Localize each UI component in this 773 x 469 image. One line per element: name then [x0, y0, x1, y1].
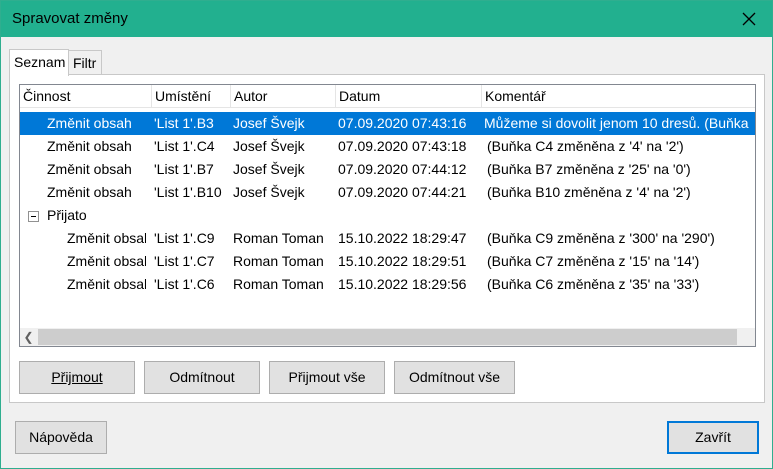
cell-location: 'List 1'.B3 [154, 115, 214, 131]
cell-location: 'List 1'.C4 [154, 138, 215, 154]
cell-comment: (Buňka B10 změněna z '4' na '2') [487, 184, 691, 200]
manage-changes-dialog: Spravovat změny Seznam Filtr Činnost Umí… [0, 0, 773, 469]
cell-date: 07.09.2020 07:43:18 [338, 138, 467, 154]
cell-author: Josef Švejk [233, 138, 305, 154]
tab-list[interactable]: Seznam [9, 49, 69, 76]
column-header: Činnost Umístění Autor Datum Komentář [20, 85, 755, 108]
cell-date: 15.10.2022 18:29:51 [338, 253, 467, 269]
group-row-accepted[interactable]: Přijato [20, 204, 755, 227]
cell-author: Josef Švejk [233, 184, 305, 200]
cell-date: 15.10.2022 18:29:56 [338, 276, 467, 292]
column-comment[interactable]: Komentář [482, 85, 755, 108]
tab-filter[interactable]: Filtr [68, 50, 102, 75]
close-button[interactable]: Zavřít [667, 421, 759, 454]
column-date[interactable]: Datum [336, 85, 482, 108]
table-row[interactable]: Změnit obsah 'List 1'.C9 Roman Toman 15.… [20, 227, 755, 250]
help-button[interactable]: Nápověda [15, 421, 107, 454]
cell-comment: (Buňka C4 změněna z '4' na '2') [487, 138, 684, 154]
cell-location: 'List 1'.B10 [154, 184, 222, 200]
cell-author: Josef Švejk [233, 161, 305, 177]
reject-button-label: Odmítnout [169, 369, 235, 385]
cell-author: Roman Toman [233, 276, 324, 292]
cell-location: 'List 1'.C6 [154, 276, 215, 292]
accept-all-button[interactable]: Přijmout vše [269, 361, 385, 394]
cell-action: Změnit obsah [47, 115, 132, 131]
table-row[interactable]: Změnit obsah 'List 1'.C6 Roman Toman 15.… [20, 273, 755, 296]
cell-action: Změnit obsah [47, 184, 132, 200]
column-location[interactable]: Umístění [152, 85, 231, 108]
cell-action: Změnit obsah [47, 138, 132, 154]
table-row[interactable]: Změnit obsah 'List 1'.B3 Josef Švejk 07.… [20, 112, 755, 135]
cell-location: 'List 1'.C7 [154, 253, 215, 269]
cell-action: Změnit obsah [47, 161, 132, 177]
column-author[interactable]: Autor [231, 85, 336, 108]
cell-comment: (Buňka B7 změněna z '25' na '0') [487, 161, 691, 177]
column-action[interactable]: Činnost [20, 85, 152, 108]
cell-comment: (Buňka C6 změněna z '35' na '33') [487, 276, 700, 292]
cell-action: Změnit obsah [67, 230, 146, 246]
list-tab-panel: Činnost Umístění Autor Datum Komentář Zm… [9, 74, 765, 403]
cell-location: 'List 1'.B7 [154, 161, 214, 177]
horizontal-scrollbar[interactable]: ❮ [20, 328, 755, 346]
cell-date: 15.10.2022 18:29:47 [338, 230, 467, 246]
accept-all-button-label: Přijmout vše [288, 369, 366, 385]
scrollbar-thumb[interactable] [38, 329, 737, 345]
scroll-left-icon[interactable]: ❮ [20, 328, 37, 346]
dialog-title: Spravovat změny [12, 10, 128, 27]
cell-author: Josef Švejk [233, 115, 305, 131]
changes-tree[interactable]: Činnost Umístění Autor Datum Komentář Zm… [19, 84, 756, 347]
table-row[interactable]: Změnit obsah 'List 1'.C7 Roman Toman 15.… [20, 250, 755, 273]
table-row[interactable]: Změnit obsah 'List 1'.C4 Josef Švejk 07.… [20, 135, 755, 158]
close-icon[interactable] [726, 1, 772, 37]
table-row[interactable]: Změnit obsah 'List 1'.B10 Josef Švejk 07… [20, 181, 755, 204]
reject-all-button-label: Odmítnout vše [408, 369, 501, 385]
group-label: Přijato [47, 207, 87, 223]
accept-button-label: Přijmout [51, 369, 103, 385]
cell-comment: Můžeme si dovolit jenom 10 dresů. (Buňka [484, 115, 749, 131]
cell-action: Změnit obsah [67, 276, 146, 292]
cell-author: Roman Toman [233, 253, 324, 269]
cell-date: 07.09.2020 07:44:12 [338, 161, 467, 177]
cell-action: Změnit obsah [67, 253, 146, 269]
title-bar: Spravovat změny [1, 1, 772, 37]
accept-button[interactable]: Přijmout [19, 361, 135, 394]
collapse-icon[interactable] [28, 211, 39, 222]
close-button-label: Zavřít [695, 429, 731, 445]
table-row[interactable]: Změnit obsah 'List 1'.B7 Josef Švejk 07.… [20, 158, 755, 181]
cell-date: 07.09.2020 07:43:16 [338, 115, 467, 131]
cell-author: Roman Toman [233, 230, 324, 246]
reject-button[interactable]: Odmítnout [144, 361, 260, 394]
cell-comment: (Buňka C9 změněna z '300' na '290') [487, 230, 715, 246]
reject-all-button[interactable]: Odmítnout vše [394, 361, 515, 394]
cell-comment: (Buňka C7 změněna z '15' na '14') [487, 253, 700, 269]
cell-date: 07.09.2020 07:44:21 [338, 184, 467, 200]
cell-location: 'List 1'.C9 [154, 230, 215, 246]
help-button-label: Nápověda [29, 429, 93, 445]
